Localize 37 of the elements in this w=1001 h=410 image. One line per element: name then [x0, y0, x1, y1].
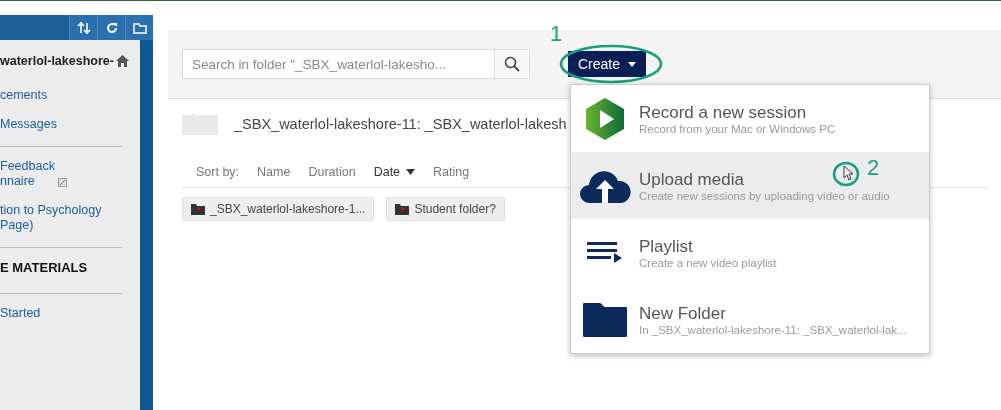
folder-icon[interactable] [125, 15, 153, 40]
folder-chip[interactable]: Student folder? [386, 197, 505, 221]
sidebar-link[interactable]: cements [0, 88, 48, 103]
menu-item[interactable]: Record a new session Record from your Mac or Windows PC [571, 85, 929, 152]
create-button[interactable]: Create [568, 51, 647, 77]
caret-icon [406, 169, 416, 175]
step-number: 1 [550, 21, 563, 47]
folder-icon [395, 203, 410, 215]
search-field[interactable]: Search in folder "_SBX_waterlol-lakesho... [182, 49, 494, 79]
step-number: 2 [867, 155, 880, 181]
sort-option[interactable]: Date [373, 165, 416, 179]
cursor-icon [843, 165, 854, 181]
sort-icon[interactable] [69, 15, 97, 40]
sort-label: Sort by: [196, 165, 240, 179]
sidebar-link[interactable]: tion to Psychology Page) [0, 203, 102, 233]
folder-title: _SBX_waterlol-lakeshore-11: _SBX_waterlol-lakesh [234, 116, 567, 132]
sort-option[interactable]: Duration [308, 165, 356, 179]
menu-item[interactable]: New Folder In _SBX_waterlol-lakeshore-11: _SBX_waterlol-lak... [571, 286, 929, 353]
sort-option[interactable]: Name [257, 165, 291, 179]
course-title[interactable]: waterlol-lakeshore- [0, 54, 114, 68]
sort-option[interactable]: Rating [433, 165, 470, 179]
sidebar-link[interactable]: Feedback nnaire [0, 159, 55, 189]
sidebar-link[interactable]: Messages [0, 117, 57, 132]
play-icon [584, 96, 626, 141]
search-icon[interactable] [494, 49, 530, 79]
section-heading: E MATERIALS [0, 260, 89, 275]
home-icon[interactable] [115, 55, 129, 67]
playlist-icon [587, 239, 623, 266]
folder-icon [582, 301, 628, 338]
refresh-icon[interactable] [97, 15, 125, 40]
highlight-circle [832, 161, 860, 187]
caret-icon [628, 61, 637, 67]
menu-item[interactable]: Playlist Create a new video playlist [571, 219, 929, 286]
sidebar-link[interactable]: Started [0, 306, 41, 321]
folder-icon [191, 203, 205, 215]
folder-chip[interactable]: _SBX_waterlol-lakeshore-1... [182, 197, 375, 221]
upload-icon [579, 168, 631, 203]
